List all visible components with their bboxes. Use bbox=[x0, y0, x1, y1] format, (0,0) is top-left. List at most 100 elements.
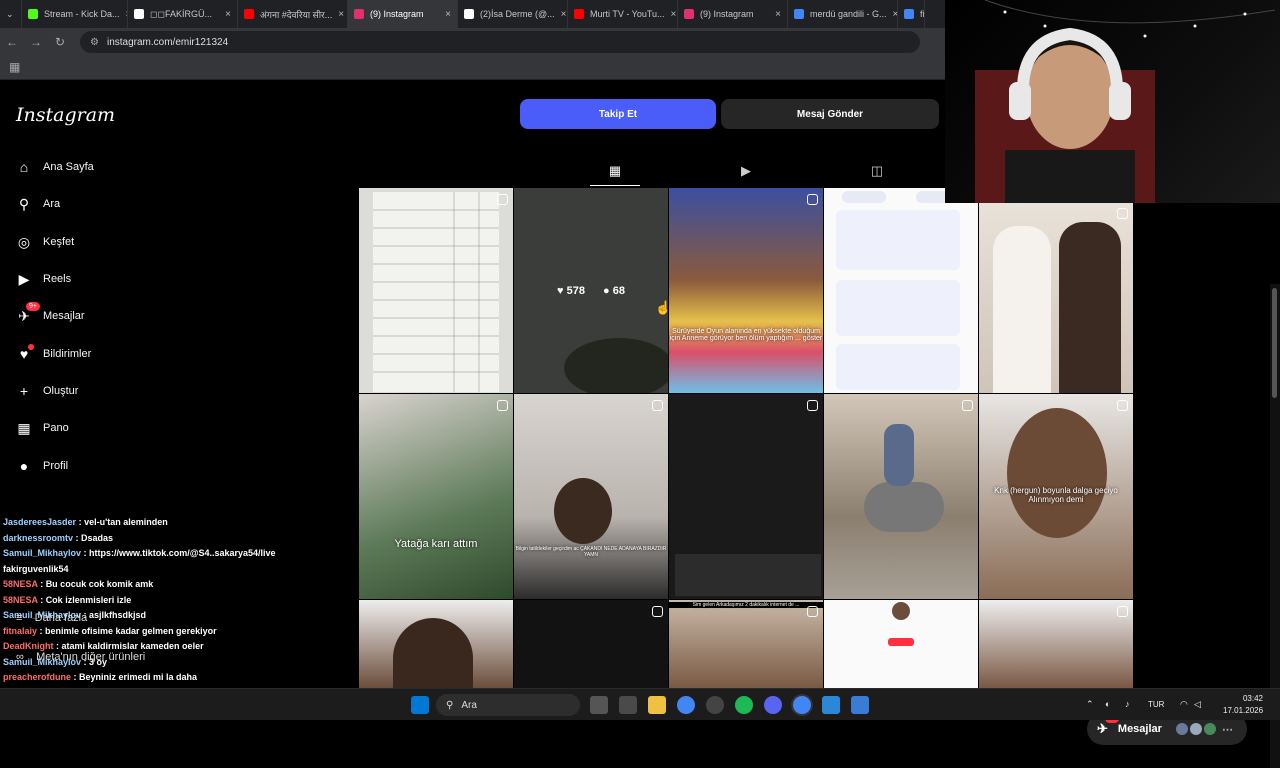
sidebar-item[interactable]: ● Profil bbox=[16, 458, 68, 474]
sidebar-item[interactable]: + Oluştur bbox=[16, 383, 79, 399]
video-icon bbox=[1117, 400, 1128, 411]
back-icon[interactable]: ← bbox=[0, 35, 24, 49]
post-tile[interactable] bbox=[359, 188, 513, 393]
browser-tab[interactable]: merdü gandili - G... × bbox=[788, 0, 898, 28]
tab-title: (9) Instagram bbox=[700, 9, 754, 19]
posts-grid-tab-icon[interactable]: ▦ bbox=[607, 163, 623, 179]
close-tab-icon[interactable]: × bbox=[769, 9, 781, 20]
spotify-icon[interactable] bbox=[735, 696, 753, 714]
reels-tab-icon[interactable]: ▶ bbox=[738, 163, 754, 179]
search-icon: ⚲ bbox=[18, 195, 30, 212]
store-icon[interactable] bbox=[619, 696, 637, 714]
post-tile[interactable]: Knk (hergun) boyunla dalga geciyo Alınmı… bbox=[979, 394, 1133, 599]
sidebar-item-label: Oluştur bbox=[43, 385, 79, 397]
chat-separator: : bbox=[73, 532, 82, 543]
close-tab-icon[interactable]: × bbox=[120, 9, 127, 20]
sidebar-item[interactable]: ▶ Reels bbox=[16, 271, 72, 287]
chat-separator: : bbox=[53, 641, 62, 651]
windows-taskbar: ⚲ Ara ⌃ ◐ ♪ TUR ◠ ◁ 03:42 17.01.2026 bbox=[0, 688, 1280, 720]
browser-tab[interactable]: Murti TV - YouTu... × bbox=[568, 0, 678, 28]
browser-tab[interactable]: fira bbox=[898, 0, 925, 28]
discord-icon[interactable] bbox=[764, 696, 782, 714]
post-caption: Yatağa karı attım bbox=[394, 538, 478, 550]
scrollbar-thumb[interactable] bbox=[1272, 288, 1277, 398]
close-tab-icon[interactable]: × bbox=[555, 9, 567, 20]
tab-title: Murti TV - YouTu... bbox=[590, 9, 665, 19]
apps-grid-icon[interactable]: ▦ bbox=[9, 60, 20, 74]
sidebar-item[interactable]: ⌂ Ana Sayfa bbox=[16, 159, 94, 175]
more-icon[interactable]: ⋯ bbox=[1222, 723, 1233, 736]
post-tile[interactable] bbox=[824, 188, 978, 393]
post-tile[interactable]: Sim gelen Arkadaşımız 2 dakikalık intern… bbox=[669, 600, 823, 688]
post-tile[interactable] bbox=[824, 394, 978, 599]
sidebar-item[interactable]: ✈ 9+ Mesajlar bbox=[16, 302, 85, 324]
tab-favicon-icon bbox=[134, 9, 144, 19]
app-icon[interactable] bbox=[822, 696, 840, 714]
close-tab-icon[interactable]: × bbox=[439, 9, 451, 20]
chat-username: DeadKnight bbox=[3, 641, 54, 651]
close-tab-icon[interactable]: × bbox=[887, 9, 897, 20]
follow-button[interactable]: Takip Et bbox=[520, 99, 716, 129]
tab-search-button[interactable]: ⌄ bbox=[0, 0, 22, 28]
close-tab-icon[interactable]: × bbox=[332, 9, 344, 20]
tab-title: fira bbox=[920, 9, 925, 19]
forward-icon[interactable]: → bbox=[24, 35, 48, 49]
video-icon bbox=[1117, 606, 1128, 617]
close-tab-icon[interactable]: × bbox=[665, 9, 677, 20]
sidebar-item[interactable]: ▦ Pano bbox=[16, 420, 68, 436]
browser-tab[interactable]: ◻◻FAKİRGÜ... × bbox=[128, 0, 238, 28]
network-icon[interactable]: ◐ bbox=[1105, 699, 1110, 709]
url-field[interactable]: ⚙ instagram.com/emir121324 bbox=[80, 31, 920, 53]
browser-tab[interactable]: (9) Instagram × bbox=[348, 0, 458, 28]
post-tile[interactable] bbox=[979, 202, 1133, 393]
volume-icon[interactable]: ◁ bbox=[1194, 699, 1201, 710]
reload-icon[interactable]: ↻ bbox=[48, 35, 72, 49]
chrome-icon[interactable] bbox=[677, 696, 695, 714]
post-tile[interactable] bbox=[514, 600, 668, 688]
video-icon bbox=[807, 194, 818, 205]
browser-tab[interactable]: अंगना #देवरिया सीर... × bbox=[238, 0, 348, 28]
task-view-icon[interactable] bbox=[590, 696, 608, 714]
post-tile-hovered[interactable]: ♥ 578 ● 68 ☝ bbox=[514, 188, 668, 393]
wifi-icon[interactable]: ◠ bbox=[1180, 699, 1188, 710]
instagram-logo[interactable]: Instagram bbox=[16, 104, 115, 126]
post-tile[interactable] bbox=[979, 600, 1133, 688]
file-explorer-icon[interactable] bbox=[648, 696, 666, 714]
sidebar-item[interactable]: ◎ Keşfet bbox=[16, 234, 74, 250]
post-tile[interactable]: Bilgin tatildekiler geçirdim ac ÇAKANDI … bbox=[514, 394, 668, 599]
carousel-icon bbox=[962, 400, 973, 411]
send-message-button[interactable]: Mesaj Gönder bbox=[721, 99, 939, 129]
post-tile[interactable] bbox=[359, 600, 513, 688]
notepad-icon[interactable] bbox=[851, 696, 869, 714]
more-menu-item[interactable]: ≡ Daha fazla bbox=[16, 612, 87, 624]
post-tile[interactable] bbox=[824, 600, 978, 688]
browser-tab[interactable]: (9) Instagram × bbox=[678, 0, 788, 28]
compass-icon: ◎ bbox=[17, 233, 31, 250]
tagged-tab-icon[interactable]: ◫ bbox=[869, 163, 885, 179]
chat-username: 58NESA bbox=[3, 579, 38, 589]
microphone-icon[interactable]: ♪ bbox=[1125, 699, 1130, 709]
clock-time[interactable]: 03:42 bbox=[1223, 694, 1263, 703]
sidebar-item[interactable]: ♥ Bildirimler bbox=[16, 344, 91, 362]
close-tab-icon[interactable]: × bbox=[219, 9, 231, 20]
post-tile[interactable] bbox=[669, 394, 823, 599]
meta-products-item[interactable]: ∞ Meta'nın diğer ürünleri bbox=[16, 651, 145, 663]
browser-tab[interactable]: (2)İsa Derme (@... × bbox=[458, 0, 568, 28]
clock-date[interactable]: 17.01.2026 bbox=[1223, 706, 1263, 715]
sidebar-item-label: Ara bbox=[43, 198, 61, 210]
sidebar-item-label: Keşfet bbox=[43, 236, 75, 248]
browser-tab[interactable]: Stream - Kick Da...× bbox=[22, 0, 128, 28]
chat-text: Bu cocuk cok komik amk bbox=[45, 579, 154, 589]
language-indicator[interactable]: TUR bbox=[1148, 700, 1164, 709]
windows-start-icon[interactable] bbox=[411, 696, 429, 714]
browser-tab-strip: ⌄ Stream - Kick Da...×◻◻FAKİRGÜ...×अंगना… bbox=[0, 0, 945, 28]
app-icon[interactable] bbox=[706, 696, 724, 714]
sidebar-item[interactable]: ⚲ Ara bbox=[16, 196, 60, 212]
chevron-up-icon[interactable]: ⌃ bbox=[1086, 699, 1094, 710]
post-tile[interactable]: Yatağa karı attım bbox=[359, 394, 513, 599]
chrome-icon[interactable] bbox=[793, 696, 811, 714]
chat-separator: : bbox=[37, 594, 46, 605]
site-info-icon[interactable]: ⚙ bbox=[90, 37, 99, 48]
post-tile[interactable]: Sürüyerde Oyun alanında en yüksekte oldu… bbox=[669, 188, 823, 393]
taskbar-search[interactable]: ⚲ Ara bbox=[436, 694, 580, 716]
